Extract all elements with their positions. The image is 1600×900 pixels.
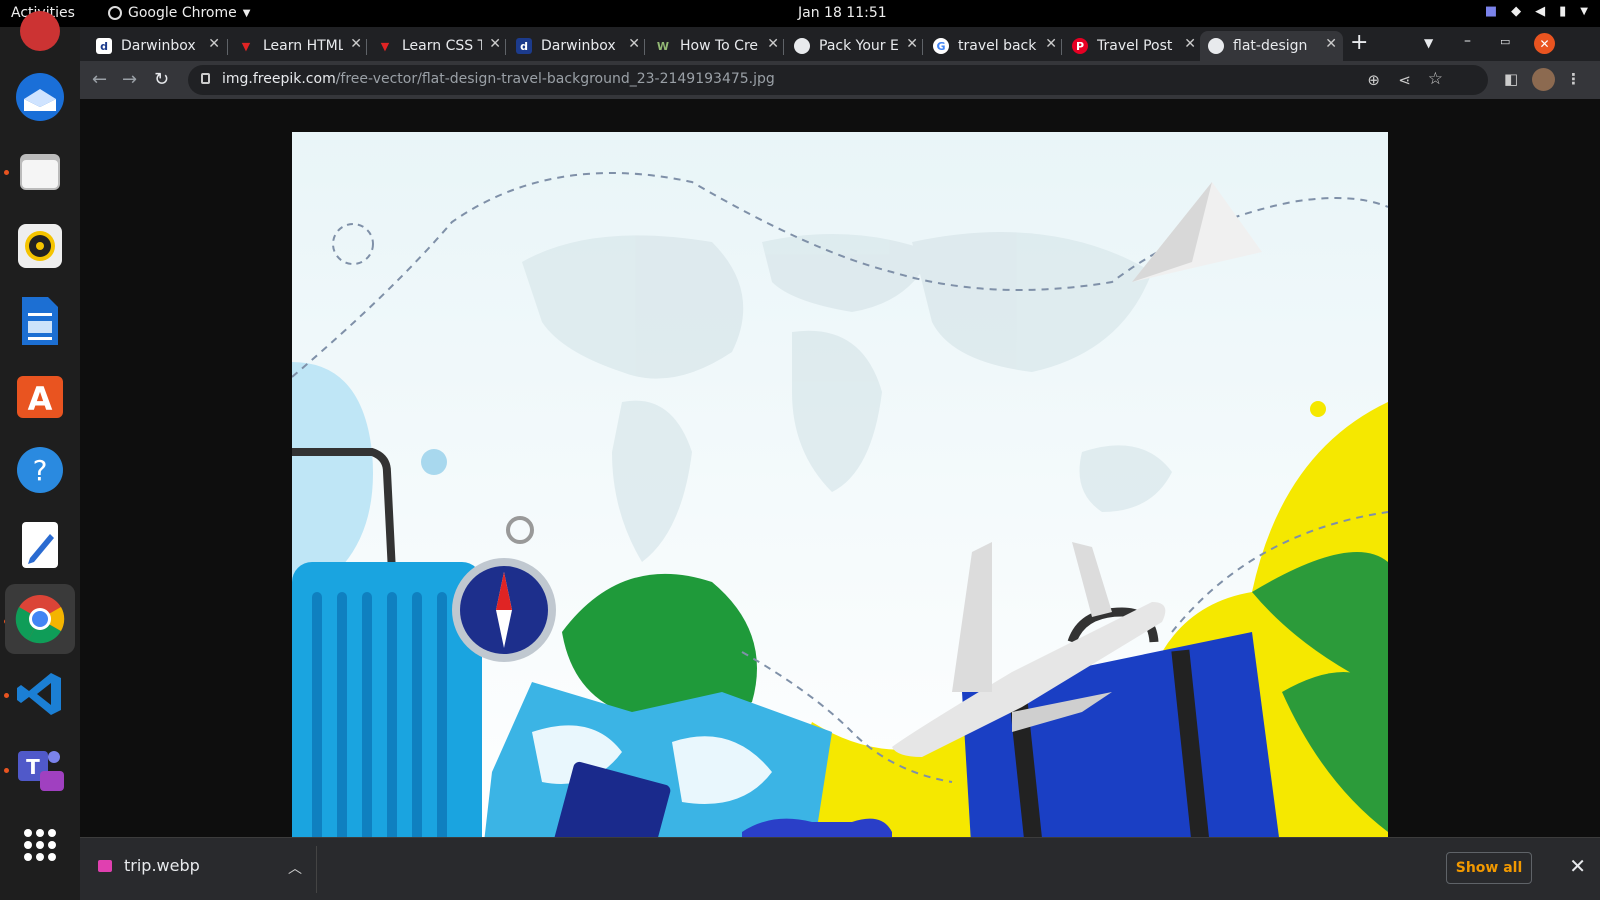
url-path: /free-vector/flat-design-travel-backgrou… <box>335 71 775 87</box>
minimize-icon[interactable]: – <box>1464 33 1471 49</box>
vscode-icon[interactable] <box>14 668 66 720</box>
tab-strip: d Darwinbox ✕ ▼ Learn HTML ✕ ▼ Learn CSS… <box>80 27 1600 61</box>
thunderbird-icon[interactable] <box>14 71 66 123</box>
url-host: img.freepik.com <box>222 71 336 87</box>
wikihow-favicon-icon: W <box>656 39 670 53</box>
download-shelf: trip.webp ︿ Show all ✕ <box>80 837 1600 900</box>
url-text[interactable]: img.freepik.com/free-vector/flat-design-… <box>222 71 775 87</box>
svg-text:T: T <box>26 755 40 779</box>
tab-title: Learn CSS T <box>402 38 482 54</box>
tab-9-active[interactable]: flat-design ✕ <box>1200 31 1343 61</box>
page-viewport <box>80 99 1600 865</box>
tab-8[interactable]: P Travel Post ✕ <box>1064 31 1202 61</box>
close-icon[interactable]: ✕ <box>208 36 220 52</box>
tab-4[interactable]: d Darwinbox ✕ <box>508 31 646 61</box>
software-icon[interactable]: A <box>14 369 66 421</box>
travel-illustration <box>292 132 1388 860</box>
back-icon[interactable]: ← <box>92 69 107 90</box>
new-tab-icon[interactable]: + <box>1350 30 1368 55</box>
google-favicon-icon: G <box>933 38 949 54</box>
reload-icon[interactable]: ↻ <box>154 69 169 90</box>
globe-favicon-icon <box>794 38 810 54</box>
close-icon[interactable]: ✕ <box>489 36 501 52</box>
close-icon[interactable]: ✕ <box>1045 36 1057 52</box>
files-icon[interactable] <box>14 146 66 198</box>
text-editor-icon[interactable] <box>14 519 66 571</box>
tab-2[interactable]: ▼ Learn HTML ✕ <box>230 31 368 61</box>
address-bar[interactable]: img.freepik.com/free-vector/flat-design-… <box>188 65 1488 95</box>
gnome-top-bar: Activities Google Chrome ▼ Jan 18 11:51 … <box>0 0 1600 27</box>
app-menu-label: Google Chrome <box>128 5 237 21</box>
dock: A ? T <box>0 11 80 900</box>
chevron-up-icon[interactable]: ︿ <box>288 858 302 878</box>
tab-7[interactable]: G travel back ✕ <box>925 31 1063 61</box>
tab-1[interactable]: d Darwinbox ✕ <box>88 31 226 61</box>
app-grid-icon[interactable] <box>14 819 66 871</box>
globe-favicon-icon <box>1208 38 1224 54</box>
share-icon[interactable]: ⋖ <box>1398 71 1411 89</box>
close-icon[interactable]: ✕ <box>1184 36 1196 52</box>
svg-text:A: A <box>28 380 53 418</box>
tab-title: travel back <box>958 38 1037 54</box>
tab-title: Darwinbox <box>121 38 196 54</box>
wifi-icon: ◆ <box>1511 4 1522 19</box>
chevron-down-icon: ▼ <box>242 7 251 19</box>
teams-icon[interactable]: T <box>14 743 66 795</box>
zoom-icon[interactable]: ⊕ <box>1367 71 1380 89</box>
tab-title: Travel Post <box>1097 38 1173 54</box>
teams-tray-icon[interactable]: ■ <box>1485 4 1497 19</box>
chrome-window: d Darwinbox ✕ ▼ Learn HTML ✕ ▼ Learn CSS… <box>80 27 1600 900</box>
rhythmbox-icon[interactable] <box>14 220 66 272</box>
chrome-icon[interactable] <box>5 584 75 654</box>
tab-title: Learn HTML <box>263 38 343 54</box>
more-menu-icon[interactable]: ⋮ <box>1566 70 1581 88</box>
lock-icon <box>201 73 210 84</box>
help-icon[interactable]: ? <box>14 444 66 496</box>
close-icon[interactable]: ✕ <box>906 36 918 52</box>
image-file-icon <box>98 859 112 872</box>
volume-icon: ◀ <box>1535 4 1546 19</box>
learn-favicon-icon: ▼ <box>380 39 390 53</box>
bookmark-star-icon[interactable]: ☆ <box>1428 69 1443 89</box>
show-all-button[interactable]: Show all <box>1446 852 1532 884</box>
clock[interactable]: Jan 18 11:51 <box>798 5 887 21</box>
tab-title: Darwinbox <box>541 38 616 54</box>
travel-background-image <box>292 132 1388 860</box>
close-window-icon[interactable]: ✕ <box>1534 33 1555 54</box>
chrome-small-icon <box>108 6 122 20</box>
tab-title: How To Cre <box>680 38 759 54</box>
darwinbox-favicon-icon: d <box>96 38 112 54</box>
pinterest-favicon-icon: P <box>1072 38 1088 54</box>
tab-5[interactable]: W How To Cre ✕ <box>647 31 785 61</box>
app-menu[interactable]: Google Chrome ▼ <box>108 5 250 21</box>
darwinbox-favicon-icon: d <box>516 38 532 54</box>
tab-title: Pack Your E <box>819 38 899 54</box>
side-panel-icon[interactable]: ◧ <box>1504 70 1518 88</box>
chevron-down-icon: ▼ <box>1580 6 1588 17</box>
tab-search-icon[interactable]: ▼ <box>1424 36 1433 50</box>
download-item[interactable]: trip.webp <box>98 856 200 875</box>
svg-text:?: ? <box>33 454 48 487</box>
download-file-name: trip.webp <box>124 856 200 875</box>
writer-icon[interactable] <box>14 295 66 347</box>
partial-app-icon[interactable] <box>14 5 66 57</box>
close-icon[interactable]: ✕ <box>1325 36 1337 52</box>
browser-toolbar: ← → ↻ img.freepik.com/free-vector/flat-d… <box>80 61 1600 99</box>
forward-icon[interactable]: → <box>122 69 137 90</box>
close-icon[interactable]: ✕ <box>767 36 779 52</box>
avatar[interactable] <box>1532 68 1555 91</box>
system-tray[interactable]: ■ ◆ ◀ ▮ ▼ <box>1485 4 1588 19</box>
learn-favicon-icon: ▼ <box>241 39 251 53</box>
restore-icon[interactable]: ▭ <box>1500 35 1510 48</box>
battery-icon: ▮ <box>1559 4 1567 19</box>
tab-6[interactable]: Pack Your E ✕ <box>786 31 924 61</box>
close-icon[interactable]: ✕ <box>628 36 640 52</box>
tab-3[interactable]: ▼ Learn CSS T ✕ <box>369 31 507 61</box>
close-icon[interactable]: ✕ <box>350 36 362 52</box>
tab-title: flat-design <box>1233 38 1308 54</box>
close-icon[interactable]: ✕ <box>1569 854 1586 878</box>
